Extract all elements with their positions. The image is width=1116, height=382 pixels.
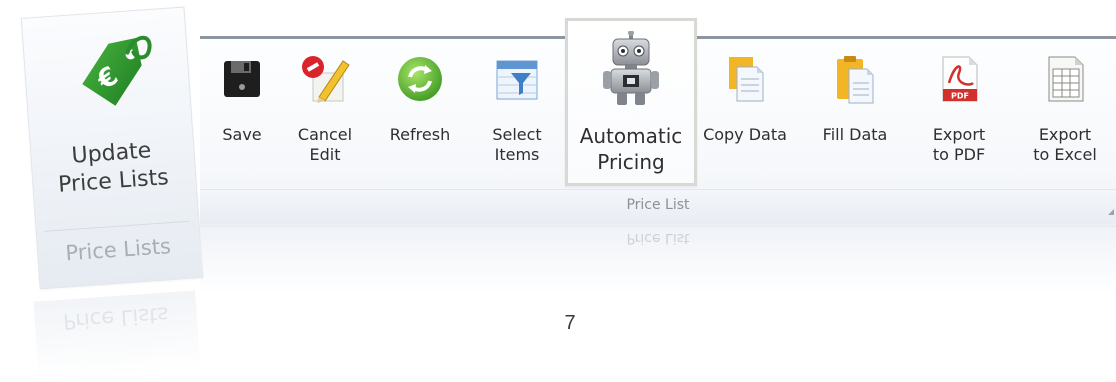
select-items-button[interactable]: Select Items	[486, 53, 548, 185]
fill-clipboard-icon	[837, 56, 874, 104]
export-to-excel-button[interactable]: Export to Excel	[1022, 53, 1108, 185]
export-to-pdf-button[interactable]: PDF Export to PDF	[924, 53, 994, 185]
automatic-pricing-button[interactable]: Automatic Pricing	[565, 18, 697, 186]
card-reflection: Price Lists	[33, 290, 201, 382]
filter-select-icon	[496, 60, 538, 100]
copy-data-button[interactable]: Copy Data	[700, 53, 790, 185]
update-price-lists-card: € Update Price Lists Price Lists	[20, 6, 204, 290]
cancel-edit-label: Cancel Edit	[297, 125, 353, 164]
cancel-edit-icon	[302, 56, 350, 103]
export-to-excel-label: Export to Excel	[1033, 125, 1097, 164]
dialog-launcher-icon[interactable]	[1108, 209, 1114, 215]
copy-documents-icon	[729, 57, 764, 102]
robot-icon	[603, 31, 659, 105]
page-number: 7	[564, 312, 576, 334]
ribbon-reflection: Price List	[200, 224, 1116, 294]
svg-text:PDF: PDF	[951, 92, 969, 101]
save-button[interactable]: Save	[212, 53, 272, 185]
fill-data-button[interactable]: Fill Data	[818, 53, 892, 185]
refresh-label: Refresh	[389, 125, 451, 144]
reflected-group-label: Price Lists	[62, 302, 170, 334]
save-label: Save	[222, 125, 262, 144]
cancel-edit-button[interactable]: Cancel Edit	[292, 53, 358, 185]
update-price-lists-button[interactable]: Update Price Lists	[30, 134, 196, 201]
export-to-pdf-label: Export to PDF	[932, 125, 986, 164]
refresh-icon	[398, 57, 442, 101]
excel-sheet-icon	[1048, 56, 1084, 102]
copy-data-label: Copy Data	[703, 125, 787, 144]
euro-price-tag-icon: €	[82, 35, 152, 106]
reflected-group-caption: Price List	[626, 230, 690, 246]
refresh-button[interactable]: Refresh	[382, 53, 458, 185]
select-items-label: Select Items	[492, 125, 542, 164]
fill-data-label: Fill Data	[822, 125, 888, 144]
automatic-pricing-label: Automatic Pricing	[579, 124, 683, 174]
price-list-group-caption: Price List	[626, 197, 690, 213]
floppy-disk-icon	[224, 61, 260, 97]
pdf-icon: PDF	[942, 56, 978, 102]
